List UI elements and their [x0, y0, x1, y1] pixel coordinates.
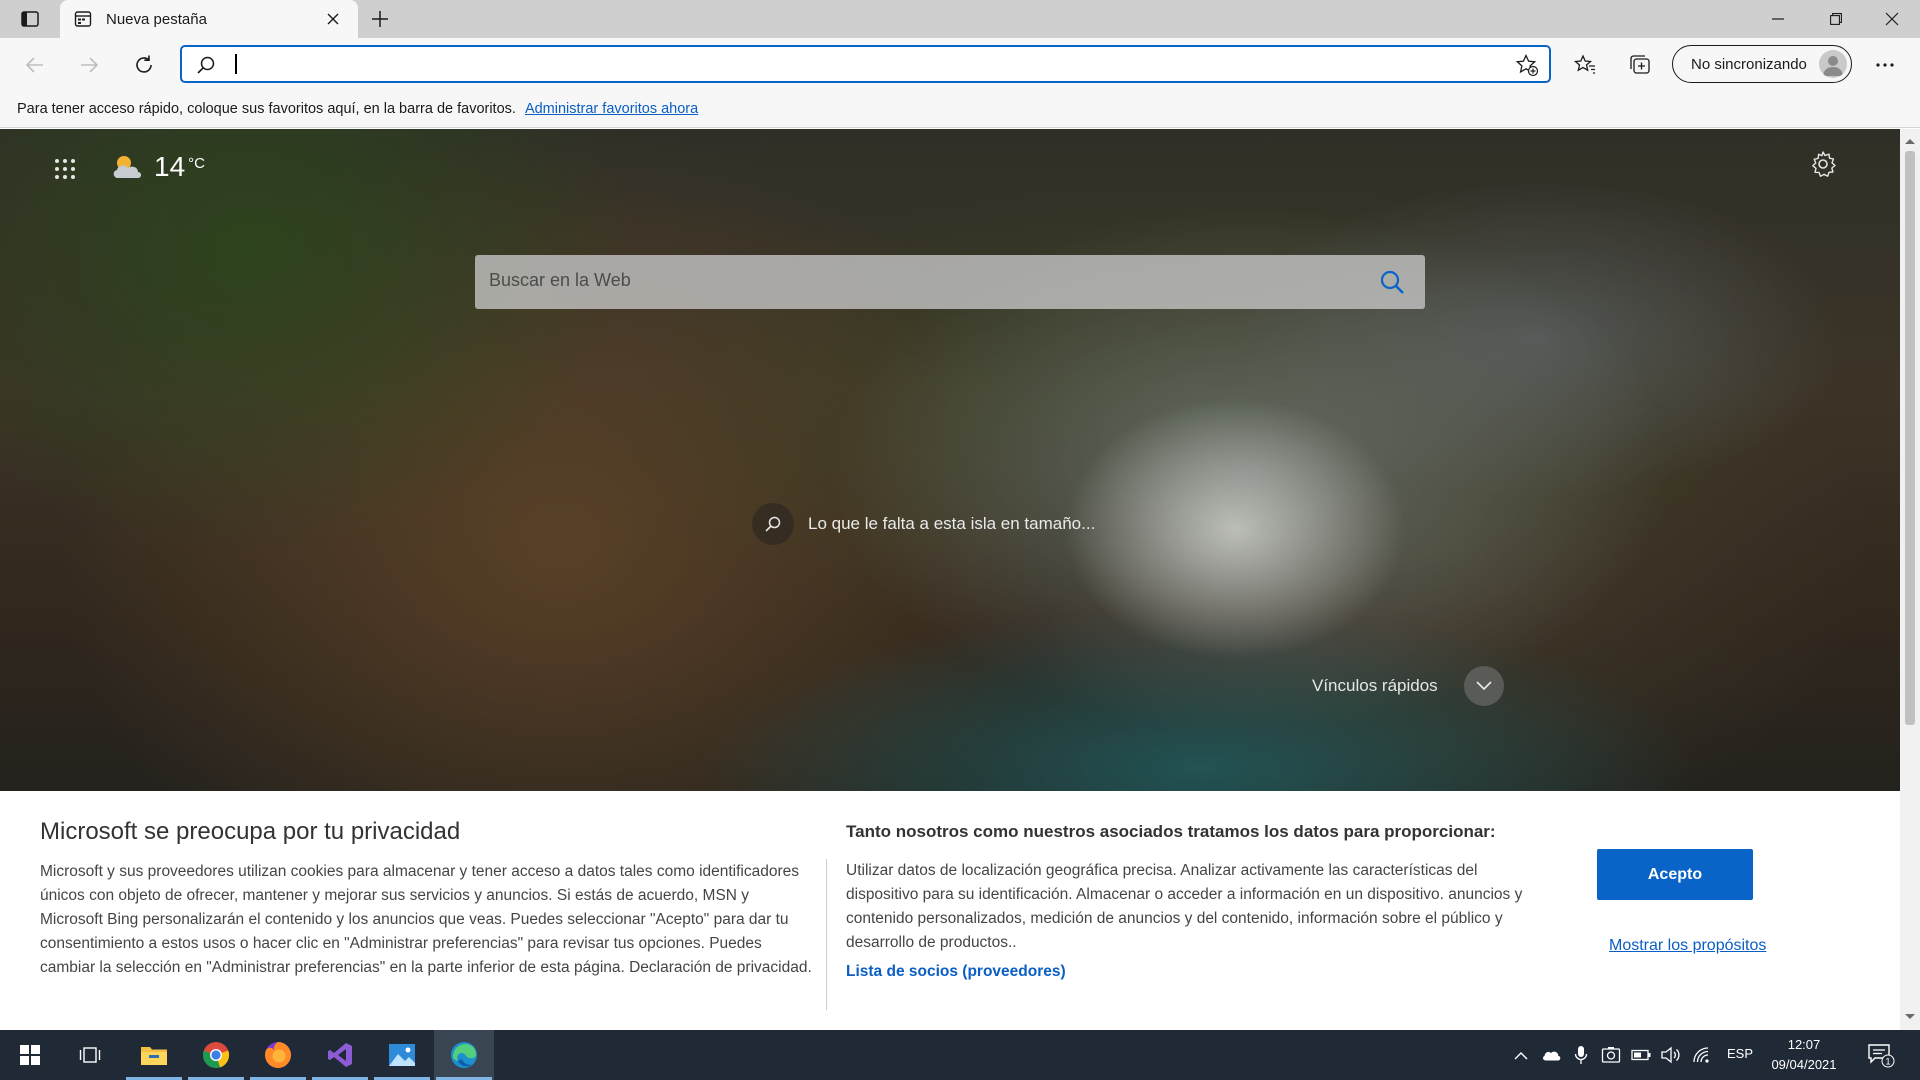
- battery-icon[interactable]: [1631, 1045, 1651, 1065]
- wifi-network-icon[interactable]: [1692, 1045, 1712, 1065]
- photos-icon[interactable]: [372, 1030, 432, 1080]
- chrome-icon[interactable]: [186, 1030, 246, 1080]
- address-input-caret: [235, 54, 237, 74]
- close-tab-icon[interactable]: [322, 8, 344, 30]
- partners-list-link[interactable]: Lista de socios (proveedores): [846, 963, 1066, 981]
- visual-studio-icon[interactable]: [310, 1030, 370, 1080]
- windows-taskbar: ESP 12:07 09/04/2021 1: [0, 1030, 1920, 1080]
- chevron-down-icon[interactable]: [1463, 666, 1504, 706]
- image-caption: Lo que le falta a esta isla en tamaño...: [808, 514, 1096, 533]
- edge-icon[interactable]: [434, 1030, 494, 1080]
- quick-links-toggle[interactable]: Vínculos rápidos: [1312, 666, 1504, 706]
- notifications-icon[interactable]: 1: [1866, 1040, 1896, 1070]
- scroll-down-arrow-icon[interactable]: [1904, 1013, 1916, 1021]
- new-tab-page-icon: [74, 10, 92, 28]
- add-favorite-star-icon[interactable]: [1515, 53, 1539, 77]
- consent-title: Microsoft se preocupa por tu privacidad: [40, 818, 461, 845]
- favorites-bar-hint: Para tener acceso rápido, coloque sus fa…: [17, 100, 516, 117]
- webcam-privacy-icon[interactable]: [1601, 1045, 1621, 1065]
- tab-title: Nueva pestaña: [106, 10, 207, 28]
- consent-divider: [826, 859, 827, 1010]
- image-search-icon: [752, 503, 794, 545]
- new-tab-page: 14 °C Buscar en la Web Lo que le falta a…: [0, 129, 1900, 791]
- input-language[interactable]: ESP: [1727, 1046, 1753, 1061]
- web-search-placeholder: Buscar en la Web: [489, 270, 631, 290]
- web-search-box[interactable]: Buscar en la Web: [475, 255, 1425, 309]
- address-bar[interactable]: [180, 45, 1551, 83]
- title-bar: Nueva pestaña: [0, 0, 1920, 38]
- weather-widget[interactable]: 14 °C: [110, 151, 205, 183]
- volume-speaker-icon[interactable]: [1661, 1045, 1681, 1065]
- search-icon: [196, 55, 216, 75]
- favorites-icon[interactable]: [1568, 48, 1602, 82]
- scroll-up-arrow-icon[interactable]: [1904, 137, 1916, 145]
- microphone-icon[interactable]: [1571, 1045, 1591, 1065]
- app-launcher-grid-icon[interactable]: [50, 154, 80, 184]
- manage-favorites-link[interactable]: Administrar favoritos ahora: [525, 101, 698, 117]
- page-settings-gear-icon[interactable]: [1808, 149, 1838, 179]
- notification-count: 1: [1885, 1057, 1890, 1067]
- file-explorer-icon[interactable]: [124, 1030, 184, 1080]
- tab-actions-icon[interactable]: [18, 7, 42, 31]
- privacy-consent-banner: Microsoft se preocupa por tu privacidad …: [0, 791, 1900, 1030]
- forward-icon[interactable]: [72, 48, 106, 82]
- clock-time: 12:07: [1787, 1037, 1821, 1052]
- new-tab-plus-icon[interactable]: [368, 7, 392, 31]
- image-info[interactable]: Lo que le falta a esta isla en tamaño...: [752, 503, 1095, 545]
- back-icon[interactable]: [18, 48, 52, 82]
- collections-icon[interactable]: [1623, 48, 1657, 82]
- more-options-icon[interactable]: [1868, 48, 1902, 82]
- consent-purposes-title: Tanto nosotros como nuestros asociados t…: [846, 822, 1496, 841]
- close-window-button[interactable]: [1863, 0, 1920, 38]
- profile-button[interactable]: No sincronizando: [1672, 45, 1852, 83]
- temperature-unit: °C: [188, 155, 205, 172]
- consent-body: Microsoft y sus proveedores utilizan coo…: [40, 863, 812, 976]
- accept-button[interactable]: Acepto: [1597, 849, 1753, 900]
- browser-toolbar: No sincronizando: [0, 38, 1920, 90]
- partly-cloudy-icon: [110, 152, 144, 182]
- system-clock[interactable]: 12:07 09/04/2021: [1766, 1035, 1842, 1075]
- onedrive-cloud-icon[interactable]: [1541, 1045, 1561, 1065]
- favorites-bar: Para tener acceso rápido, coloque sus fa…: [0, 90, 1920, 128]
- scrollbar-thumb[interactable]: [1905, 151, 1915, 725]
- avatar: [1819, 50, 1847, 78]
- background-image: [0, 129, 1900, 791]
- clock-date: 09/04/2021: [1771, 1057, 1837, 1072]
- profile-status-label: No sincronizando: [1691, 55, 1807, 73]
- temperature-value: 14: [154, 151, 186, 182]
- restore-button[interactable]: [1807, 0, 1865, 38]
- windows-start-icon[interactable]: [0, 1030, 60, 1080]
- page-scrollbar[interactable]: [1900, 129, 1920, 1030]
- task-view-icon[interactable]: [60, 1030, 120, 1080]
- minimize-button[interactable]: [1749, 0, 1807, 38]
- refresh-icon[interactable]: [127, 48, 161, 82]
- consent-purposes-body: Utilizar datos de localización geográfic…: [846, 862, 1523, 951]
- show-purposes-link[interactable]: Mostrar los propósitos: [1609, 937, 1766, 955]
- show-hidden-icons-chevron-up-icon[interactable]: [1511, 1045, 1531, 1065]
- tab-new-tab[interactable]: Nueva pestaña: [60, 0, 358, 38]
- firefox-icon[interactable]: [248, 1030, 308, 1080]
- quick-links-label: Vínculos rápidos: [1312, 676, 1438, 695]
- search-icon[interactable]: [1379, 269, 1405, 295]
